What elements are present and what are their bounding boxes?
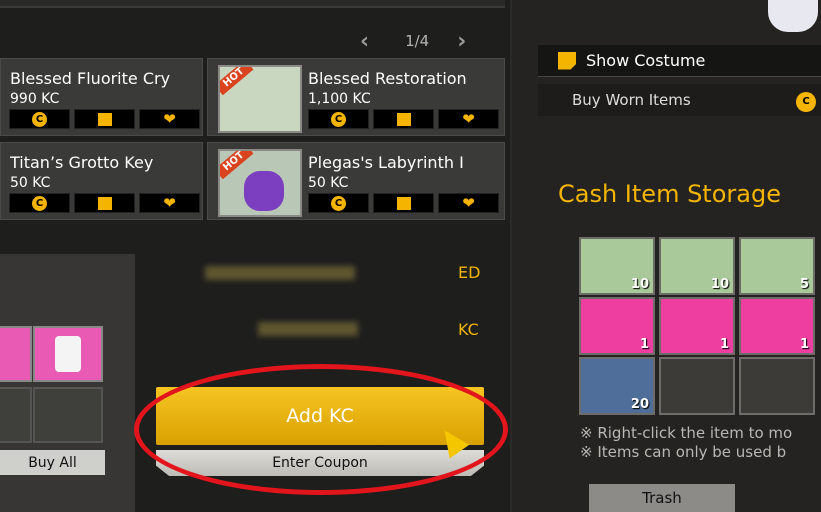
cart-slot[interactable]: [33, 387, 103, 443]
buy-button[interactable]: C: [9, 193, 70, 213]
coin-icon: C: [32, 195, 47, 211]
item-quantity: 20: [630, 397, 649, 412]
coin-icon: C: [32, 111, 47, 127]
wishlist-button[interactable]: ❤: [139, 193, 200, 213]
item-name: Blessed Restoration: [308, 69, 467, 88]
prev-page-button[interactable]: ‹: [360, 29, 369, 54]
hot-badge: HOT: [220, 67, 254, 96]
heart-icon: ❤: [163, 110, 176, 128]
coin-icon: C: [331, 111, 346, 127]
cash-storage-title: Cash Item Storage: [558, 180, 781, 208]
item-thumbnail: HOT: [218, 149, 302, 217]
buy-button[interactable]: C: [308, 193, 369, 213]
coin-icon: C: [331, 195, 346, 211]
gift-button[interactable]: [373, 109, 434, 129]
ed-label: ED: [458, 263, 481, 282]
show-costume-toggle[interactable]: Show Costume: [538, 45, 821, 77]
ed-balance: [205, 266, 355, 280]
gift-icon: [97, 196, 112, 210]
storage-note: ※ Items can only be used b: [580, 443, 787, 461]
storage-slot[interactable]: 1: [739, 297, 815, 355]
item-icon: [244, 171, 284, 211]
wishlist-button[interactable]: ❤: [139, 109, 200, 129]
heart-icon: ❤: [462, 194, 475, 212]
item-quantity: 1: [639, 337, 649, 352]
storage-note: ※ Right-click the item to mo: [580, 424, 793, 442]
wishlist-button[interactable]: ❤: [438, 193, 499, 213]
item-thumbnail: HOT: [218, 65, 302, 133]
coin-icon[interactable]: C: [796, 92, 816, 112]
item-name: Titan’s Grotto Key: [10, 153, 154, 172]
gift-icon: [97, 112, 112, 126]
item-price: 990 KC: [10, 91, 60, 107]
heart-icon: ❤: [462, 110, 475, 128]
heart-icon: ❤: [163, 194, 176, 212]
gift-icon: [396, 112, 411, 126]
cart-slot[interactable]: [0, 326, 32, 382]
item-price: 50 KC: [308, 175, 349, 191]
wishlist-button[interactable]: ❤: [438, 109, 499, 129]
storage-slot[interactable]: 5: [739, 237, 815, 295]
item-quantity: 5: [799, 277, 809, 292]
gift-button[interactable]: [74, 193, 135, 213]
shop-item[interactable]: HOT Plegas's Labyrinth I 50 KC C ❤: [207, 142, 505, 220]
item-quantity: 1: [719, 337, 729, 352]
item-name: Plegas's Labyrinth I: [308, 153, 464, 172]
storage-slot[interactable]: 10: [579, 237, 655, 295]
storage-slot[interactable]: 10: [659, 237, 735, 295]
item-quantity: 10: [630, 277, 649, 292]
cart-slot[interactable]: [33, 326, 103, 382]
gift-icon: [396, 196, 411, 210]
boots-icon: [55, 336, 81, 372]
storage-slot[interactable]: 20: [579, 357, 655, 415]
buy-worn-items-row[interactable]: Buy Worn Items C: [538, 84, 821, 116]
checkbox-icon[interactable]: [558, 51, 576, 70]
trash-button[interactable]: Trash: [589, 484, 735, 512]
buy-worn-items-label: Buy Worn Items: [572, 91, 691, 109]
buy-button[interactable]: C: [308, 109, 369, 129]
gift-button[interactable]: [74, 109, 135, 129]
item-quantity: 10: [710, 277, 729, 292]
gift-button[interactable]: [373, 193, 434, 213]
next-page-button[interactable]: ›: [457, 29, 466, 54]
item-price: 50 KC: [10, 175, 51, 191]
pager: ‹ 1/4 ›: [360, 29, 466, 54]
cart-slot[interactable]: [0, 387, 32, 443]
character-portrait: [768, 0, 818, 32]
shop-item[interactable]: Titan’s Grotto Key 50 KC C ❤: [0, 142, 203, 220]
storage-slot[interactable]: 1: [579, 297, 655, 355]
kc-label: KC: [458, 320, 479, 339]
kc-balance: [258, 322, 358, 336]
shop-item[interactable]: HOT Blessed Restoration 1,100 KC C ❤: [207, 58, 505, 136]
item-price: 1,100 KC: [308, 91, 371, 107]
shop-item[interactable]: Blessed Fluorite Cry 990 KC C ❤: [0, 58, 203, 136]
page-indicator: 1/4: [405, 32, 430, 50]
storage-slot[interactable]: [659, 357, 735, 415]
item-quantity: 1: [799, 337, 809, 352]
show-costume-label: Show Costume: [586, 51, 706, 70]
buy-all-button[interactable]: Buy All: [0, 450, 105, 475]
storage-slot[interactable]: 1: [659, 297, 735, 355]
storage-slot[interactable]: [739, 357, 815, 415]
item-name: Blessed Fluorite Cry: [10, 69, 171, 88]
buy-button[interactable]: C: [9, 109, 70, 129]
enter-coupon-button[interactable]: Enter Coupon: [156, 450, 484, 476]
shop-top-row: [0, 0, 505, 8]
